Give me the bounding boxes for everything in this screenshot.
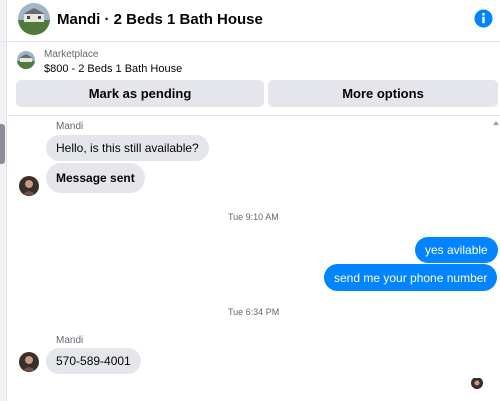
- marketplace-label: Marketplace: [44, 49, 99, 60]
- sender-name: Mandi: [56, 335, 84, 346]
- more-options-button[interactable]: More options: [268, 80, 498, 107]
- listing-title[interactable]: $800 - 2 Beds 1 Bath House: [44, 63, 182, 75]
- message-bubble-incoming[interactable]: 570-589-4001: [46, 348, 141, 374]
- listing-avatar[interactable]: [18, 3, 50, 35]
- listing-thumbnail[interactable]: [17, 51, 35, 69]
- resize-handle[interactable]: [0, 124, 5, 164]
- conversation-title[interactable]: Mandi · 2 Beds 1 Bath House: [57, 11, 263, 28]
- message-bubble-incoming[interactable]: Message sent: [46, 163, 145, 193]
- sender-avatar[interactable]: [19, 176, 39, 196]
- divider: [8, 115, 500, 116]
- message-bubble-outgoing[interactable]: send me your phone number: [324, 264, 498, 291]
- sender-name: Mandi: [56, 121, 84, 132]
- chat-header: Mandi · 2 Beds 1 Bath House: [0, 0, 500, 42]
- timestamp: Tue 6:34 PM: [228, 307, 280, 317]
- mark-as-pending-button[interactable]: Mark as pending: [16, 80, 264, 107]
- timestamp: Tue 9:10 AM: [228, 212, 279, 222]
- message-bubble-outgoing[interactable]: yes avilable: [415, 237, 498, 263]
- scroll-up-arrow-icon[interactable]: [493, 121, 499, 125]
- message-bubble-incoming[interactable]: Hello, is this still available?: [46, 135, 209, 161]
- seen-indicator-avatar: [471, 377, 483, 389]
- sender-avatar[interactable]: [19, 352, 39, 372]
- info-icon[interactable]: [474, 9, 493, 28]
